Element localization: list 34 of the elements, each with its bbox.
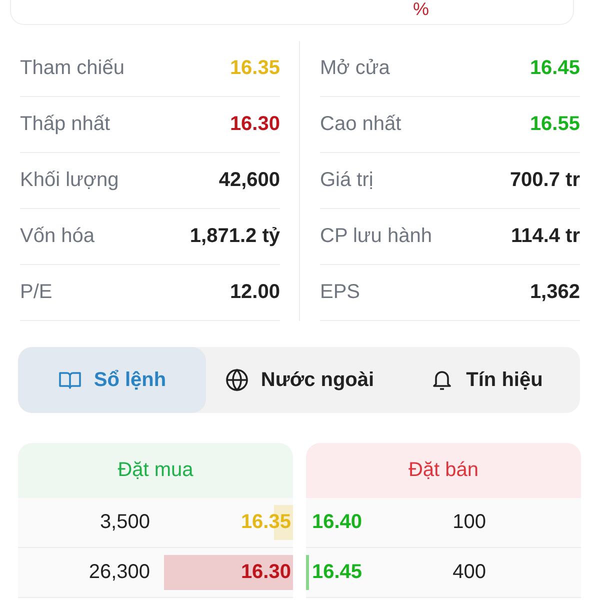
stat-value: 16.35 <box>230 57 280 80</box>
stat-label: Vốn hóa <box>20 225 95 248</box>
bid-price: 16.30 <box>240 561 292 584</box>
stat-label: CP lưu hành <box>320 225 432 248</box>
bid-volume: 26,300 <box>88 561 150 584</box>
bid-price: 16.35 <box>240 511 292 534</box>
stat-label: Cao nhất <box>320 113 402 136</box>
stat-value: 16.45 <box>530 57 580 80</box>
stat-value: 16.30 <box>230 113 280 136</box>
stat-label: P/E <box>20 281 52 304</box>
stat-value: 42,600 <box>218 169 280 192</box>
stat-value: 700.7 tr <box>510 169 580 192</box>
globe-icon <box>224 368 249 392</box>
stat-label: EPS <box>320 281 360 304</box>
stat-label: Thấp nhất <box>20 113 110 136</box>
bid-header: Đặt mua <box>18 443 293 498</box>
stat-value: 1,362 <box>530 281 580 304</box>
ask-price: 16.40 <box>311 511 364 534</box>
change-percent: % <box>413 0 430 20</box>
ask-volume: 100 <box>452 511 486 534</box>
stat-label: Mở cửa <box>320 57 390 80</box>
ask-header: Đặt bán <box>306 443 581 498</box>
bid-volume: 3,500 <box>98 511 150 534</box>
ask-volume: 400 <box>452 561 486 584</box>
ask-price: 16.45 <box>311 561 364 584</box>
stat-value: 12.00 <box>230 281 280 304</box>
stat-label: Khối lượng <box>20 169 119 192</box>
tab[interactable]: Tín hiệu <box>393 347 580 413</box>
tab[interactable]: Nước ngoài <box>206 347 393 413</box>
stat-value: 16.55 <box>530 113 580 136</box>
stat-label: Giá trị <box>320 169 374 192</box>
stat-label: Tham chiếu <box>20 57 124 80</box>
stat-value: 114.4 tr <box>511 225 580 248</box>
stat-value: 1,871.2 tỷ <box>190 225 280 248</box>
